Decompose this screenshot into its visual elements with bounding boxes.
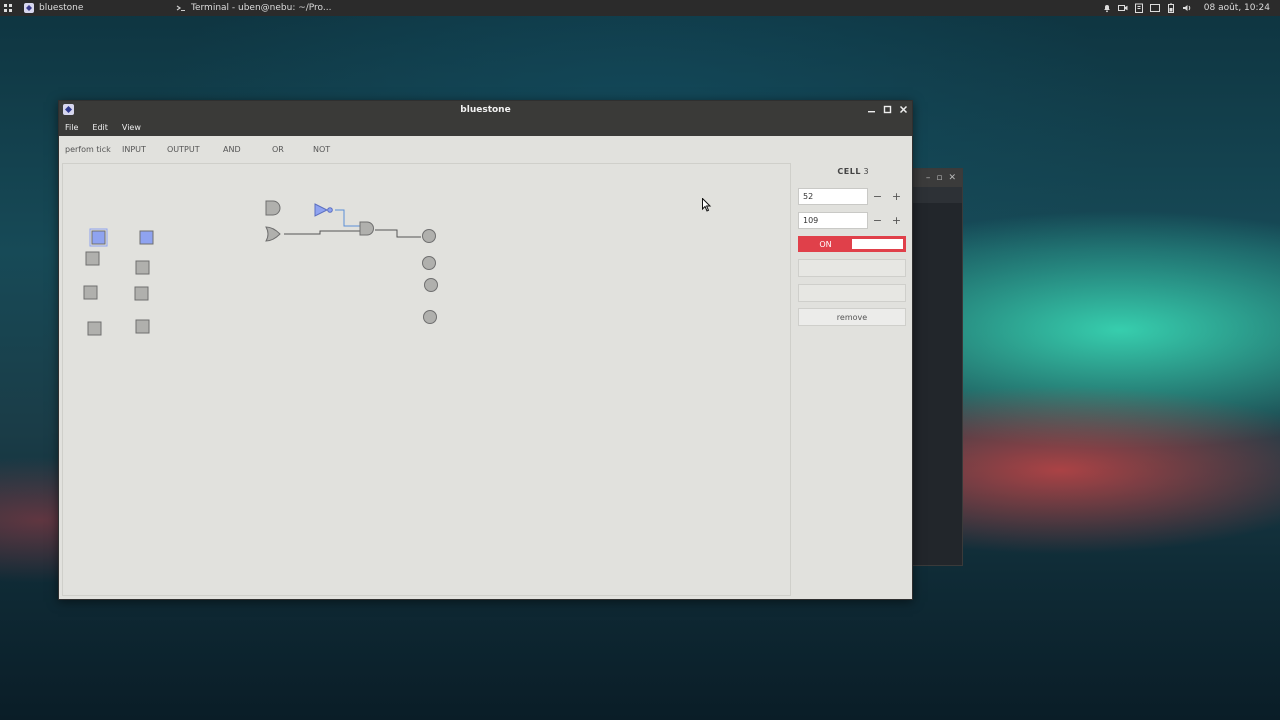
cell-properties-panel: CELL 3 52 − + 109 − + ON remove — [798, 163, 908, 596]
taskbar-item-terminal[interactable]: Terminal - uben@nebu: ~/Pro... — [172, 0, 336, 16]
bluestone-app-icon — [24, 3, 34, 13]
window-controls — [867, 101, 908, 118]
cell-number: 3 — [863, 167, 869, 176]
x-increment-button[interactable]: + — [887, 188, 906, 205]
clipboard-icon[interactable] — [1134, 3, 1144, 13]
cell-label: CELL — [837, 167, 861, 176]
toggle-off-segment — [852, 237, 905, 251]
menubar: File Edit View — [59, 118, 912, 136]
volume-icon[interactable] — [1182, 3, 1192, 13]
input-cell[interactable] — [85, 251, 100, 266]
menu-file[interactable]: File — [65, 123, 78, 132]
and-gate[interactable] — [265, 200, 281, 216]
terminal-window[interactable]: – ▫ ✕ — [905, 168, 963, 566]
maximize-icon[interactable] — [883, 105, 892, 114]
output-cell[interactable] — [424, 278, 438, 292]
cell-title: CELL 3 — [798, 167, 908, 181]
empty-field-1[interactable] — [798, 259, 906, 277]
output-cell[interactable] — [422, 229, 436, 243]
input-cell[interactable] — [135, 319, 150, 334]
perform-tick-button[interactable]: perfom tick — [65, 145, 122, 154]
menu-view[interactable]: View — [122, 123, 141, 132]
system-tray: 08 août, 10:24 — [1102, 0, 1280, 16]
window-icon[interactable] — [1149, 3, 1160, 13]
taskbar-item-label: bluestone — [39, 3, 84, 13]
input-tool-button[interactable]: INPUT — [122, 145, 167, 154]
toolbar: perfom tick INPUT OUTPUT AND OR NOT — [59, 136, 912, 162]
terminal-titlebar[interactable]: – ▫ ✕ — [906, 169, 962, 187]
minimize-icon[interactable] — [867, 105, 876, 114]
close-icon[interactable]: ✕ — [948, 173, 956, 183]
input-cell[interactable] — [139, 230, 154, 245]
y-decrement-button[interactable]: − — [868, 212, 887, 229]
input-cell[interactable] — [83, 285, 98, 300]
circuit-drawing[interactable] — [63, 164, 790, 595]
menu-edit[interactable]: Edit — [92, 123, 108, 132]
input-cell[interactable] — [134, 286, 149, 301]
window-title: bluestone — [460, 104, 511, 115]
close-icon[interactable] — [899, 105, 908, 114]
cursor-icon — [702, 198, 712, 212]
terminal-tab-strip — [906, 187, 962, 203]
input-cell[interactable] — [87, 321, 102, 336]
not-gate-bubble — [327, 207, 333, 213]
input-cell[interactable] — [135, 260, 150, 275]
state-toggle[interactable]: ON — [798, 236, 906, 252]
battery-icon[interactable] — [1166, 3, 1176, 13]
bell-icon[interactable] — [1102, 3, 1112, 13]
x-position-input[interactable]: 52 — [798, 187, 868, 205]
bluestone-window: bluestone File Edit View perfom tick INP… — [58, 100, 913, 600]
not-gate[interactable] — [314, 203, 329, 217]
taskbar-item-bluestone[interactable]: bluestone — [20, 0, 150, 16]
output-cell[interactable] — [422, 256, 436, 270]
circuit-canvas[interactable] — [62, 163, 791, 596]
window-titlebar[interactable]: bluestone — [59, 101, 912, 118]
terminal-icon — [176, 5, 185, 11]
y-position-input[interactable]: 109 — [798, 211, 868, 229]
output-cell[interactable] — [423, 310, 437, 324]
empty-field-2[interactable] — [798, 284, 906, 302]
and-tool-button[interactable]: AND — [223, 145, 272, 154]
y-position-row: 109 − + — [798, 211, 908, 229]
wire — [284, 230, 360, 235]
x-position-row: 52 − + — [798, 187, 908, 205]
terminal-body[interactable] — [906, 203, 962, 565]
apps-grid-icon[interactable] — [0, 0, 16, 16]
taskbar-item-label: Terminal - uben@nebu: ~/Pro... — [191, 3, 332, 13]
maximize-icon[interactable]: ▫ — [936, 173, 942, 183]
y-increment-button[interactable]: + — [887, 212, 906, 229]
input-cell[interactable] — [91, 230, 106, 245]
bluestone-app-icon — [63, 104, 74, 115]
wire-active — [335, 209, 360, 227]
remove-button[interactable]: remove — [798, 308, 906, 326]
toggle-on-label: ON — [799, 237, 852, 251]
clock[interactable]: 08 août, 10:24 — [1204, 3, 1270, 13]
minimize-icon[interactable]: – — [926, 173, 931, 183]
not-tool-button[interactable]: NOT — [313, 145, 353, 154]
and-gate[interactable] — [359, 221, 374, 236]
output-tool-button[interactable]: OUTPUT — [167, 145, 223, 154]
or-tool-button[interactable]: OR — [272, 145, 313, 154]
camera-icon[interactable] — [1117, 3, 1128, 13]
x-decrement-button[interactable]: − — [868, 188, 887, 205]
wire — [375, 229, 421, 238]
or-gate[interactable] — [265, 226, 281, 242]
top-panel: bluestone Terminal - uben@nebu: ~/Pro...… — [0, 0, 1280, 16]
